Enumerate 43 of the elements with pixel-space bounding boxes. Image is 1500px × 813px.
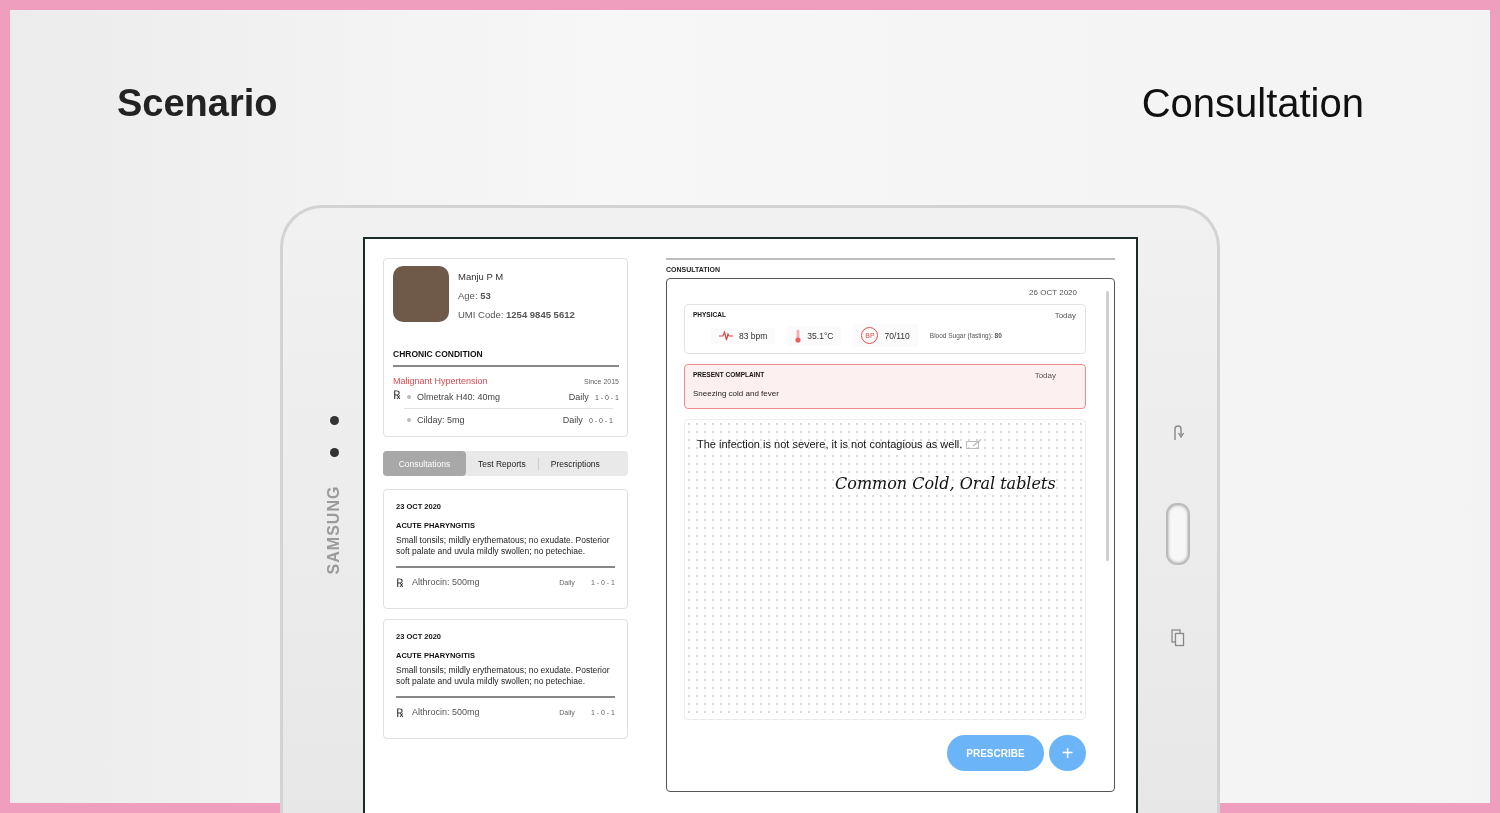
handwritten-note: Common Cold, Oral tablets xyxy=(835,474,1057,493)
slide-title: Consultation xyxy=(1141,80,1364,126)
time-label: Today xyxy=(1034,371,1056,380)
tab[interactable]: Test Reports xyxy=(466,451,538,476)
rx-symbol: ℞ xyxy=(396,704,403,721)
photo-placeholder xyxy=(393,266,449,322)
visit-notes: Small tonsils; mildly erythematous; no exudate. Posterior soft palate and uvula mildly swollen; no petechiae. xyxy=(396,665,611,687)
pulse-reading: 83 bpm xyxy=(739,330,768,341)
home-button[interactable] xyxy=(1165,503,1190,565)
section-title: CHRONIC CONDITION xyxy=(393,349,484,359)
bullet-dot xyxy=(407,418,411,422)
typed-note: The infection is not severe, it is not contagious as well. xyxy=(697,438,963,450)
medication-name: Cilday: 5mg xyxy=(417,415,466,425)
back-icon[interactable] xyxy=(1171,423,1184,441)
blood-pressure-reading: 70/110 xyxy=(884,330,910,341)
complaint-text: Sneezing cold and fever xyxy=(693,389,780,398)
visit-notes: Small tonsils; mildly erythematous; no exudate. Posterior soft palate and uvula mildly swollen; no petechiae. xyxy=(396,535,611,557)
tab[interactable]: Prescriptions xyxy=(538,451,612,476)
brand-logo: SAMSUNG xyxy=(325,485,343,575)
medication-name: Althrocin: 500mg xyxy=(412,577,481,587)
notes-canvas[interactable]: The infection is not severe, it is not contagious as well. Common Cold, Oral tablets xyxy=(684,419,1086,720)
temperature-reading: 35.1°C xyxy=(807,330,834,341)
consultation-date: 26 OCT 2020 xyxy=(1029,288,1077,297)
patient-age: Age: 53 xyxy=(458,290,492,303)
bullet-dot xyxy=(407,395,411,399)
rx-symbol: ℞ xyxy=(393,387,400,403)
sensor-dot xyxy=(329,416,339,425)
condition-name: Malignant Hypertension xyxy=(393,376,488,386)
rx-symbol: ℞ xyxy=(396,574,403,591)
slide-heading: Scenario xyxy=(117,81,278,126)
medication-name: Olmetrak H40: 40mg xyxy=(417,392,502,402)
sensor-dot xyxy=(329,448,339,457)
recent-apps-icon[interactable] xyxy=(1170,629,1185,647)
patient-code: UMI Code: 1254 9845 5612 xyxy=(458,309,575,322)
pulse-icon xyxy=(719,330,733,341)
medication-name: Althrocin: 500mg xyxy=(412,707,481,717)
frequency: Daily xyxy=(568,392,589,402)
scrollbar[interactable] xyxy=(1106,291,1109,561)
time-label: Today xyxy=(1054,311,1076,320)
patient-name: Manju P M xyxy=(458,271,505,284)
frequency: Daily xyxy=(562,415,583,425)
edit-icon[interactable] xyxy=(966,439,983,449)
thermometer-icon xyxy=(795,328,802,343)
